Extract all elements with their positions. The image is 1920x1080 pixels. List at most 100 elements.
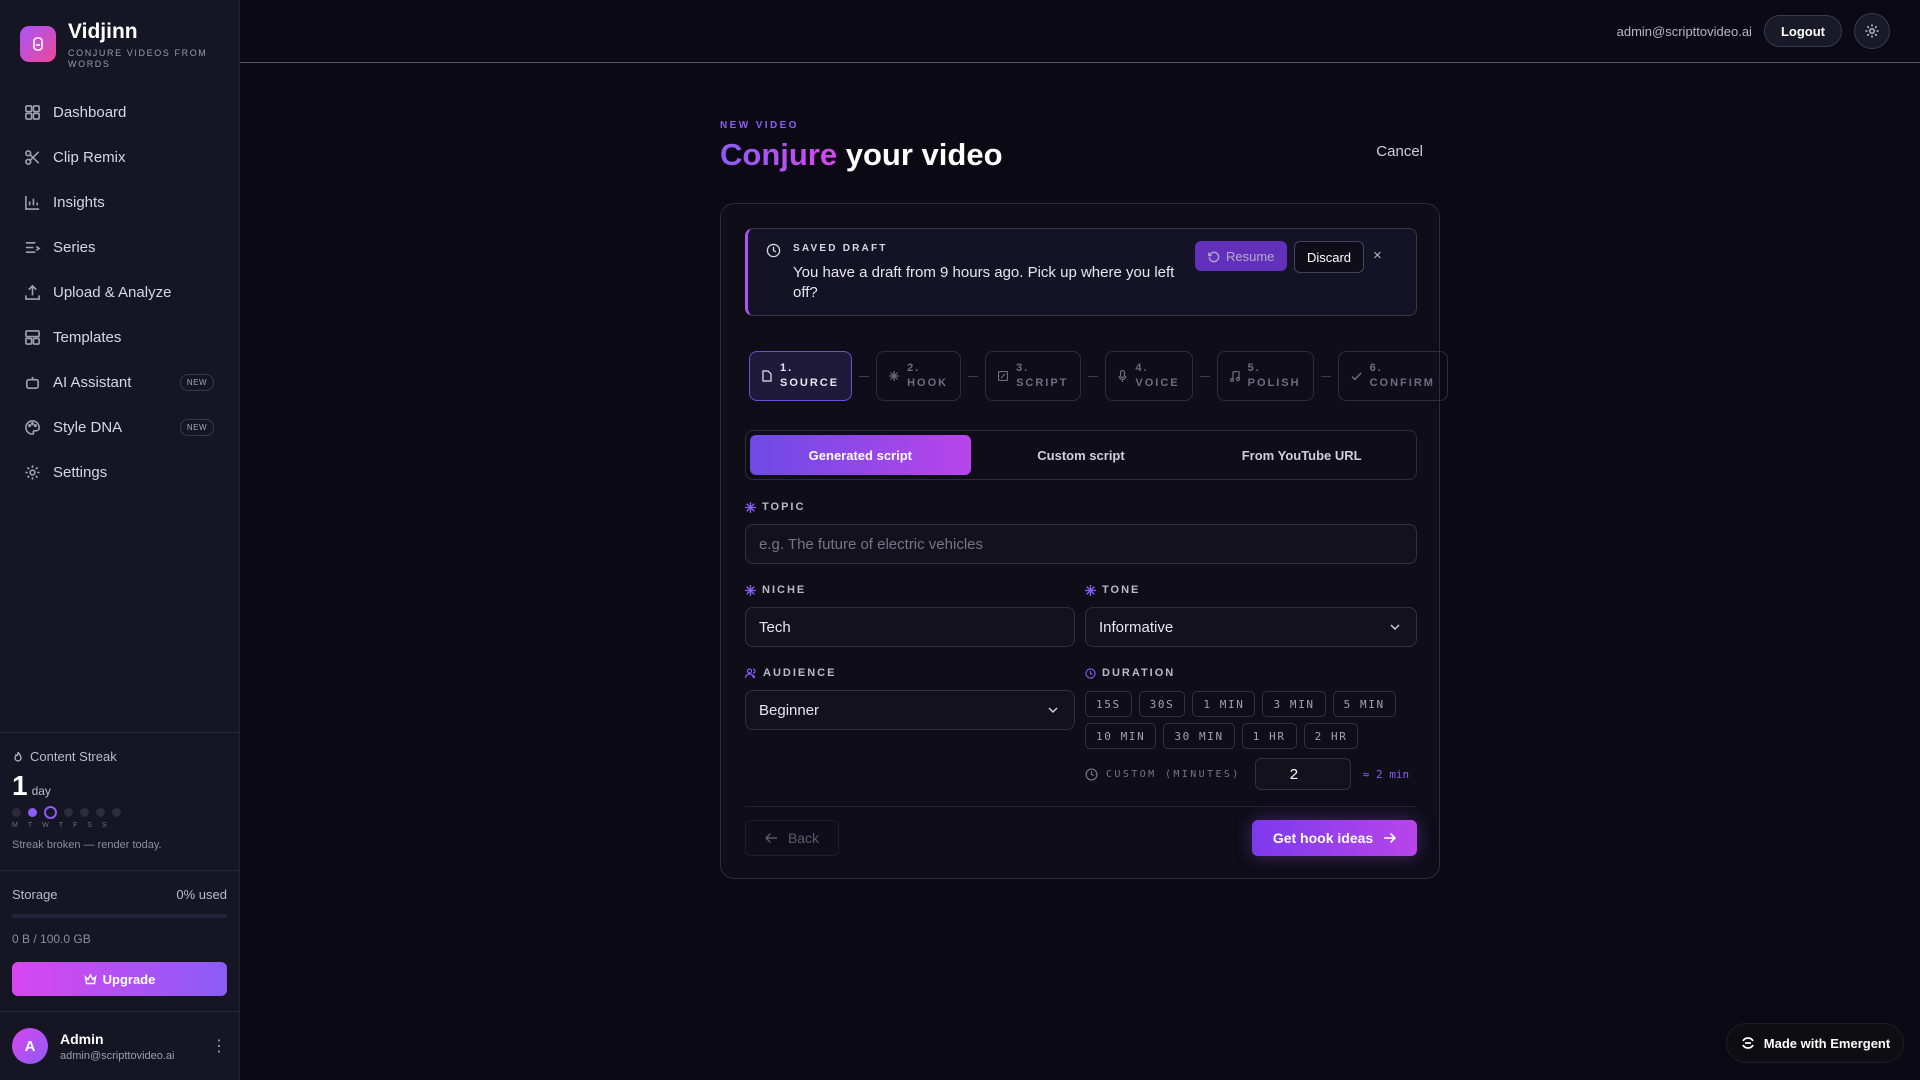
step-separator (1320, 375, 1331, 377)
brand-tagline: CONJURE VIDEOS FROM WORDS (68, 48, 208, 69)
duration-chip-3min[interactable]: 3 MIN (1262, 691, 1326, 717)
duration-chip-1hr[interactable]: 1 HR (1241, 723, 1297, 749)
step-separator (1088, 375, 1099, 377)
step-label: POLISH (1247, 377, 1301, 389)
streak-label: Content Streak (30, 749, 117, 764)
chevron-down-icon (1390, 624, 1400, 631)
topbar: admin@scripttovideo.ai Logout (240, 0, 1920, 63)
custom-minutes-input[interactable]: 2 (1254, 758, 1351, 790)
upgrade-button[interactable]: Upgrade (12, 962, 227, 996)
audience-select[interactable]: Beginner (745, 690, 1075, 730)
step-number: 4. (1135, 362, 1149, 374)
sidebar-item-style-dna[interactable]: Style DNA NEW (12, 405, 228, 450)
duration-chip-5min[interactable]: 5 MIN (1332, 691, 1396, 717)
duration-chip-2hr[interactable]: 2 HR (1303, 723, 1359, 749)
step-label: VOICE (1135, 377, 1180, 389)
weekday: W (42, 822, 50, 829)
sparkle-icon (889, 371, 900, 381)
step-hook[interactable]: 2. HOOK (876, 351, 962, 401)
sidebar-item-clip-remix[interactable]: Clip Remix (12, 135, 228, 180)
step-number: 1. (780, 362, 794, 374)
sidebar-item-label: AI Assistant (53, 374, 132, 391)
tone-value: Informative (1099, 618, 1174, 636)
tab-custom-script[interactable]: Custom script (971, 435, 1192, 475)
user-profile[interactable]: A Admin admin@scripttovideo.ai ⋮ (0, 1011, 239, 1080)
streak-unit: day (31, 784, 51, 798)
duration-chip-10min[interactable]: 10 MIN (1085, 723, 1157, 749)
tone-select[interactable]: Informative (1085, 607, 1417, 647)
sidebar-item-dashboard[interactable]: Dashboard (12, 90, 228, 135)
draft-message: You have a draft from 9 hours ago. Pick … (793, 264, 1175, 301)
resume-label: Resume (1226, 248, 1275, 264)
more-vertical-icon[interactable]: ⋮ (211, 1036, 227, 1056)
niche-input[interactable]: Tech (745, 607, 1075, 647)
discard-button[interactable]: Discard (1294, 241, 1364, 273)
new-badge: NEW (179, 419, 214, 436)
step-polish[interactable]: 5. POLISH (1216, 351, 1314, 401)
next-label: Get hook ideas (1272, 830, 1374, 846)
logout-button[interactable]: Logout (1763, 15, 1842, 47)
step-confirm[interactable]: 6. CONFIRM (1337, 351, 1448, 401)
duration-chip-1min[interactable]: 1 MIN (1192, 691, 1256, 717)
sidebar-item-upload-analyze[interactable]: Upload & Analyze (12, 270, 228, 315)
brand[interactable]: Vidjinn CONJURE VIDEOS FROM WORDS (20, 20, 218, 70)
weekday: S (87, 822, 93, 829)
sidebar: Vidjinn CONJURE VIDEOS FROM WORDS Dashbo… (0, 0, 240, 1080)
topic-label: TOPIC (745, 501, 805, 513)
sidebar-item-label: Clip Remix (53, 149, 126, 166)
user-name: Admin (60, 1030, 104, 1047)
cancel-link[interactable]: Cancel (1376, 143, 1423, 160)
step-number: 3. (1016, 362, 1030, 374)
edit-icon (998, 371, 1009, 381)
mic-icon (1118, 370, 1128, 382)
title-accent: Conjure (720, 137, 838, 172)
niche-label-text: NICHE (762, 584, 807, 596)
storage-label: Storage (12, 887, 58, 902)
back-button[interactable]: Back (745, 820, 839, 856)
saved-draft-banner: SAVED DRAFT You have a draft from 9 hour… (745, 228, 1417, 316)
resume-button[interactable]: Resume (1195, 241, 1287, 271)
template-icon (25, 330, 40, 345)
duration-chip-15s[interactable]: 15S (1085, 691, 1132, 717)
divider (745, 806, 1417, 807)
tab-generated-script[interactable]: Generated script (750, 435, 971, 475)
step-source[interactable]: 1. SOURCE (749, 351, 853, 401)
sidebar-item-label: Style DNA (53, 419, 123, 436)
sidebar-item-settings[interactable]: Settings (12, 450, 228, 495)
sidebar-item-label: Dashboard (53, 104, 127, 121)
tab-youtube-url[interactable]: From YouTube URL (1191, 435, 1412, 475)
storage-progress-bar (12, 914, 227, 918)
storage-detail: 0 B / 100.0 GB (12, 932, 91, 946)
custom-duration-row: CUSTOM (MINUTES) 2 ≈ 2 min (1085, 758, 1409, 790)
step-script[interactable]: 3. SCRIPT (985, 351, 1082, 401)
settings-button[interactable] (1854, 13, 1890, 49)
arrow-left-icon (764, 833, 777, 843)
duration-chip-30s[interactable]: 30S (1138, 691, 1186, 717)
sidebar-item-series[interactable]: Series (12, 225, 228, 270)
close-icon[interactable]: × (1373, 247, 1382, 264)
account-email: admin@scripttovideo.ai (1616, 23, 1752, 39)
streak-dots (12, 806, 227, 819)
audience-label: AUDIENCE (745, 667, 836, 679)
sidebar-item-insights[interactable]: Insights (12, 180, 228, 225)
step-voice[interactable]: 4. VOICE (1105, 351, 1193, 401)
storage-used: 0% used (176, 887, 227, 902)
duration-chip-30min[interactable]: 30 MIN (1163, 723, 1235, 749)
sidebar-item-templates[interactable]: Templates (12, 315, 228, 360)
step-label: SOURCE (780, 377, 840, 389)
streak-dot (64, 808, 73, 817)
topic-input[interactable]: e.g. The future of electric vehicles (745, 524, 1417, 564)
streak-dot-today (44, 806, 57, 819)
streak-dot (96, 808, 105, 817)
sidebar-nav: Dashboard Clip Remix Insights Series Upl… (12, 90, 228, 495)
made-with-emergent-badge[interactable]: Made with Emergent (1726, 1023, 1904, 1063)
crown-icon (84, 973, 97, 984)
music-icon (1229, 370, 1240, 382)
duration-label-text: DURATION (1102, 667, 1176, 679)
weekday: T (27, 822, 34, 829)
topic-label-text: TOPIC (762, 501, 806, 513)
users-icon (745, 667, 756, 678)
get-hook-ideas-button[interactable]: Get hook ideas (1252, 820, 1417, 856)
sidebar-item-ai-assistant[interactable]: AI Assistant NEW (12, 360, 228, 405)
palette-icon (25, 420, 40, 435)
